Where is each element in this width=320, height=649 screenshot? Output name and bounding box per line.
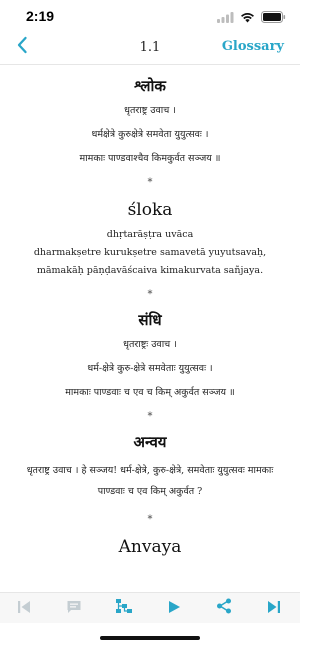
tree-icon	[115, 598, 133, 618]
section-separator: *	[147, 411, 153, 422]
section-separator: *	[147, 514, 153, 525]
signal-icon	[217, 10, 234, 28]
sloka-line: dhṛtarāṣṭra uvāca	[106, 229, 194, 240]
skip-to-first-icon	[16, 599, 32, 618]
sandhi-heading: संधि	[138, 311, 162, 329]
word-tree-button[interactable]	[112, 597, 136, 619]
share-icon	[216, 598, 232, 618]
home-indicator	[100, 636, 200, 640]
sandhi-line: मामकाः पाण्डवाः च एव च किम् अकुर्वत सञ्ज…	[65, 387, 235, 398]
sloka-heading: śloka	[127, 200, 173, 220]
comment-icon	[66, 599, 82, 618]
bottom-toolbar	[0, 592, 300, 623]
status-time: 2:19	[26, 8, 55, 24]
shloka-heading: श्लोक	[134, 77, 166, 95]
shloka-line: मामकाः पाण्डवाश्चैव किमकुर्वत सञ्जय ॥	[79, 153, 221, 164]
battery-icon	[261, 10, 286, 28]
skip-to-last-icon	[266, 599, 282, 618]
shloka-line: धृतराष्ट्र उवाच ।	[124, 105, 176, 116]
anvaya-text: धृतराष्ट्र उवाच । हे सञ्जय! धर्म-क्षेत्र…	[26, 465, 274, 497]
share-button[interactable]	[212, 597, 236, 619]
verse-content[interactable]: श्लोक धृतराष्ट्र उवाच । धर्मक्षेत्रे कुर…	[0, 66, 300, 592]
play-icon	[167, 599, 181, 618]
status-icons	[217, 10, 286, 28]
section-separator: *	[147, 289, 153, 300]
shloka-line: धर्मक्षेत्रे कुरुक्षेत्रे समवेता युयुत्स…	[91, 129, 209, 140]
comment-button[interactable]	[62, 597, 86, 619]
sandhi-line: धर्म-क्षेत्रे कुरु-क्षेत्रे समवेताः युयु…	[87, 363, 213, 374]
sandhi-line: धृतराष्ट्रः उवाच ।	[123, 339, 177, 350]
section-separator: *	[147, 177, 153, 188]
play-audio-button[interactable]	[162, 597, 186, 619]
navigation-bar: 1.1 Glossary	[0, 32, 300, 65]
anvaya-latin-heading: Anvaya	[118, 537, 182, 557]
sloka-line: dharmakṣetre kurukṣetre samavetā yuyutsa…	[33, 247, 267, 258]
anvaya-heading: अन्वय	[133, 433, 167, 451]
last-verse-button[interactable]	[262, 597, 286, 619]
first-verse-button[interactable]	[12, 597, 36, 619]
sloka-line: māmakāḥ pāṇḍavāścaiva kimakurvata sañjay…	[36, 265, 264, 276]
glossary-button[interactable]: Glossary	[222, 39, 284, 54]
status-bar: 2:19	[0, 0, 300, 32]
wifi-icon	[240, 10, 255, 28]
